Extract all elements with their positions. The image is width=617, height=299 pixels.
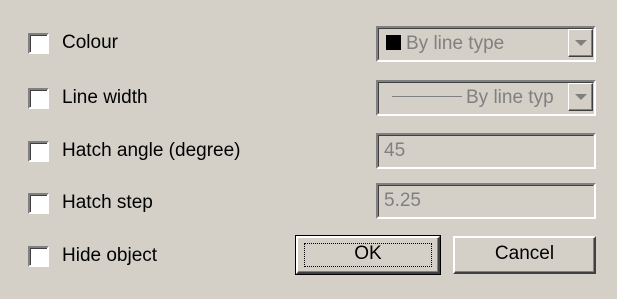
- hatch-step-checkbox[interactable]: [28, 193, 49, 214]
- colour-combo-value: By line type: [386, 33, 504, 55]
- hide-object-checkbox[interactable]: [28, 246, 49, 267]
- clipped-top-text: [0, 0, 617, 10]
- hatch-angle-row: Hatch angle (degree) 45: [0, 131, 617, 171]
- line-width-combo-value: By line typ: [392, 87, 567, 109]
- properties-dialog: Colour By line type Line width By line t…: [0, 0, 617, 299]
- line-sample-icon: [392, 96, 462, 97]
- hatch-angle-value: 45: [384, 140, 406, 161]
- chevron-down-icon: [575, 40, 587, 46]
- colour-row: Colour By line type: [0, 24, 617, 64]
- hatch-angle-label: Hatch angle (degree): [62, 140, 241, 161]
- hatch-step-input[interactable]: 5.25: [376, 183, 596, 219]
- line-width-dropdown-button[interactable]: [568, 83, 593, 111]
- ok-button[interactable]: OK: [295, 235, 441, 275]
- line-width-row: Line width By line typ: [0, 78, 617, 118]
- line-width-checkbox[interactable]: [28, 88, 49, 109]
- colour-swatch: [386, 35, 401, 50]
- line-width-label: Line width: [62, 87, 148, 108]
- colour-dropdown-button[interactable]: [568, 29, 593, 57]
- cancel-button[interactable]: Cancel: [453, 236, 596, 274]
- hide-object-label: Hide object: [62, 245, 158, 266]
- hatch-angle-checkbox[interactable]: [28, 141, 49, 162]
- colour-combo[interactable]: By line type: [376, 26, 596, 62]
- colour-checkbox[interactable]: [28, 33, 49, 54]
- hatch-step-label: Hatch step: [62, 192, 153, 213]
- colour-label: Colour: [62, 32, 118, 53]
- line-width-combo[interactable]: By line typ: [376, 80, 596, 116]
- chevron-down-icon: [575, 94, 587, 100]
- hatch-step-value: 5.25: [384, 190, 421, 211]
- hatch-step-row: Hatch step 5.25: [0, 181, 617, 221]
- hatch-angle-input[interactable]: 45: [376, 133, 596, 169]
